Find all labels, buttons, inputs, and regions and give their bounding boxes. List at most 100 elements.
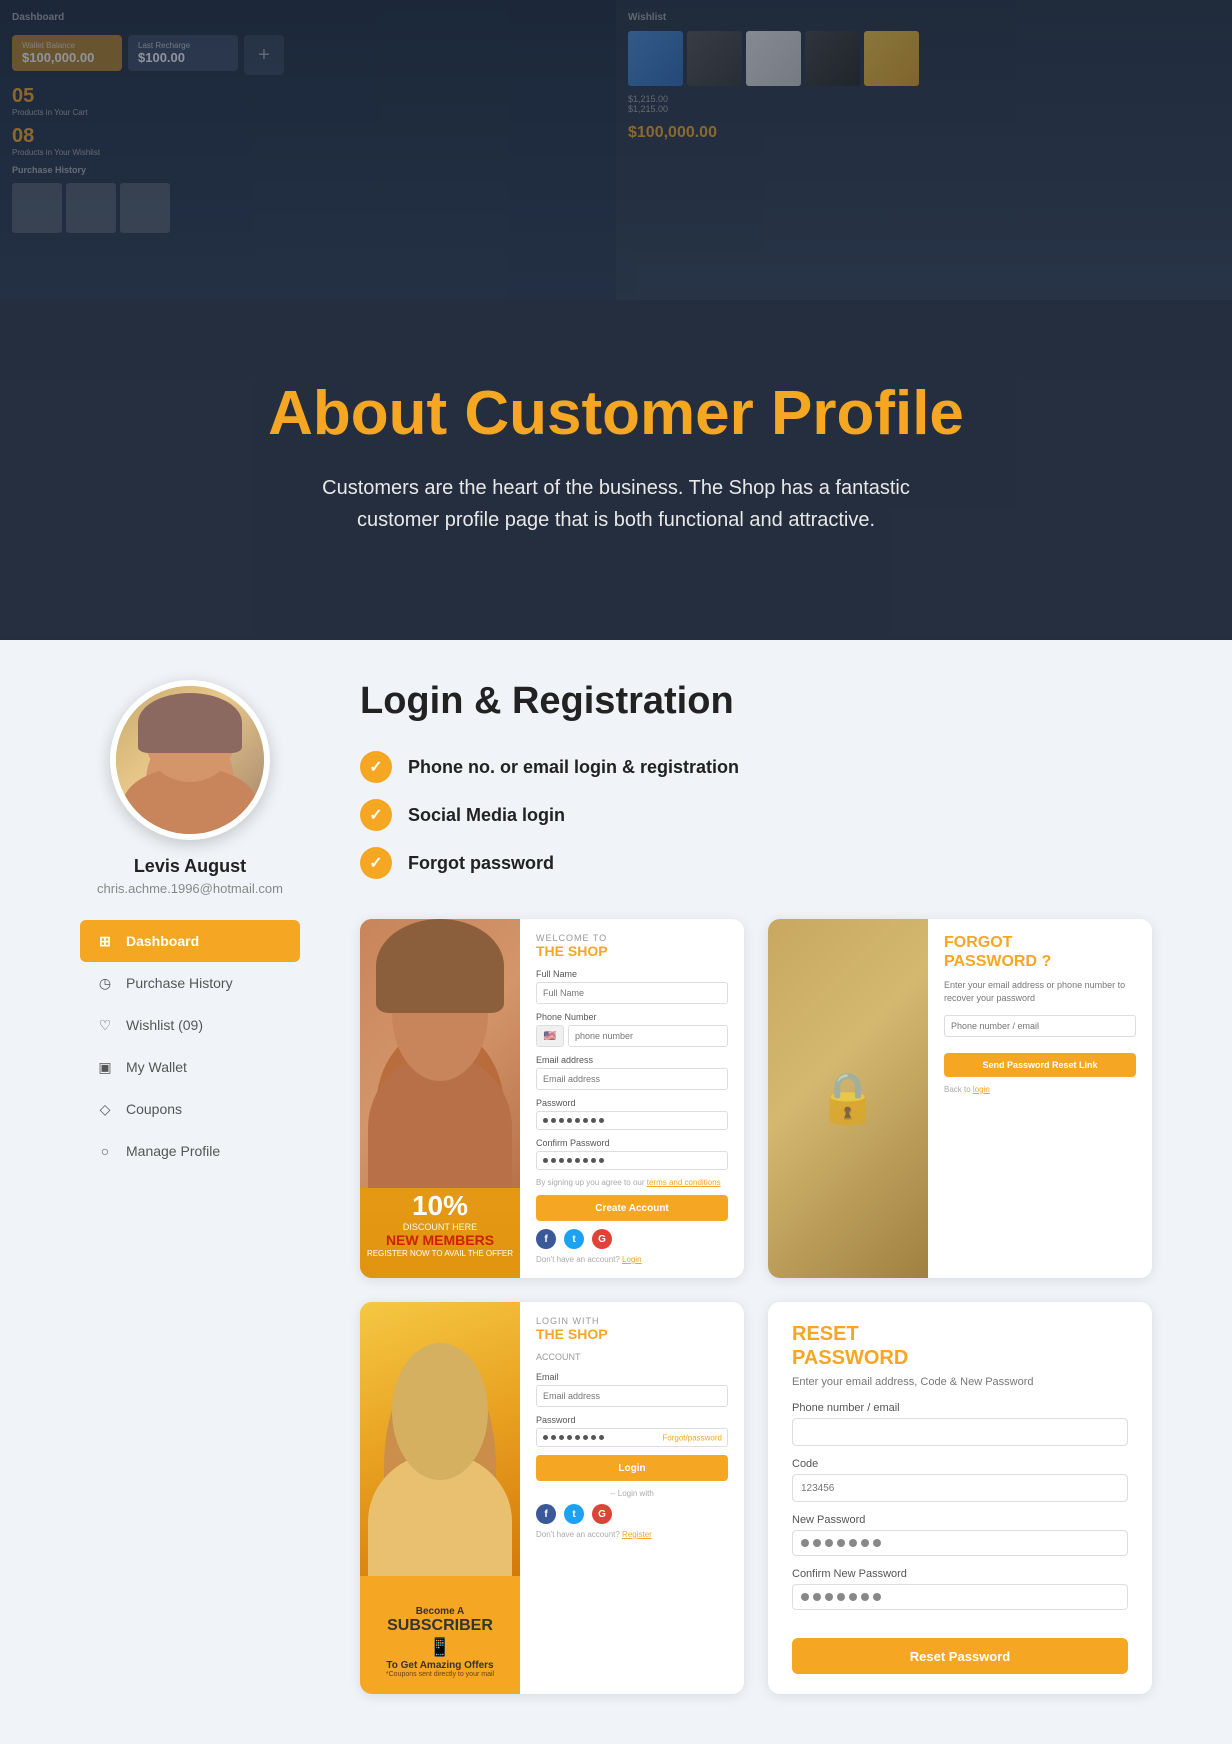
login-link[interactable]: Login	[622, 1255, 642, 1264]
google-icon[interactable]: G	[592, 1229, 612, 1249]
sub-twitter-icon[interactable]: t	[564, 1504, 584, 1524]
sidebar-item-dashboard[interactable]: ⊞ Dashboard	[80, 920, 300, 962]
forgot-title: FORGOT PASSWORD ?	[944, 933, 1136, 971]
reset-new-password-dots[interactable]	[792, 1530, 1128, 1556]
feature-list: ✓ Phone no. or email login & registratio…	[360, 751, 1152, 879]
login-with-label: LOGIN WITH	[536, 1316, 728, 1326]
dot	[575, 1158, 580, 1163]
reset-code-input[interactable]	[792, 1474, 1128, 1502]
dashboard-label: Dashboard	[12, 12, 64, 23]
cart-label: Products in Your Cart	[12, 108, 88, 117]
reset-confirm-password-label: Confirm New Password	[792, 1568, 1128, 1580]
welcome-label: WELCOME TO	[536, 933, 728, 943]
dot	[849, 1539, 857, 1547]
feature-label-0: Phone no. or email login & registration	[408, 757, 739, 778]
sidebar-dashboard-label: Dashboard	[126, 933, 199, 949]
sidebar-item-wallet[interactable]: ▣ My Wallet	[80, 1046, 300, 1088]
wishlist-img-1	[628, 31, 683, 86]
feature-label-1: Social Media login	[408, 805, 565, 826]
sub-google-icon[interactable]: G	[592, 1504, 612, 1524]
dot	[583, 1118, 588, 1123]
subscriber-card-image: Become A SUBSCRIBER 📱 To Get Amazing Off…	[360, 1302, 520, 1694]
email-label: Email address	[536, 1055, 728, 1065]
fullname-label: Full Name	[536, 969, 728, 979]
wishlist-bg-label: Wishlist	[628, 12, 1220, 23]
dot	[583, 1158, 588, 1163]
sub-facebook-icon[interactable]: f	[536, 1504, 556, 1524]
subscriber-person-img	[360, 1302, 520, 1576]
sub-social-icons: f t G	[536, 1504, 728, 1524]
account-label: ACCOUNT	[536, 1352, 728, 1362]
twitter-icon[interactable]: t	[564, 1229, 584, 1249]
send-reset-link-button[interactable]: Send Password Reset Link	[944, 1053, 1136, 1077]
dot	[801, 1539, 809, 1547]
sidebar-item-manage-profile[interactable]: ○ Manage Profile	[80, 1130, 300, 1172]
dot	[599, 1118, 604, 1123]
reset-confirm-password-dots[interactable]	[792, 1584, 1128, 1610]
sidebar-item-coupons[interactable]: ◇ Coupons	[80, 1088, 300, 1130]
sub-password-group: Password	[536, 1415, 728, 1447]
grid-icon: ⊞	[96, 932, 114, 950]
sidebar-item-purchase-history[interactable]: ◷ Purchase History	[80, 962, 300, 1004]
wallet-label: Wallet Balance	[22, 41, 112, 50]
full-page: Dashboard Wallet Balance $100,000.00 Las…	[0, 0, 1232, 1744]
reset-email-input[interactable]	[792, 1418, 1128, 1446]
facebook-icon[interactable]: f	[536, 1229, 556, 1249]
email-group: Email address	[536, 1055, 728, 1090]
login-button[interactable]: Login	[536, 1455, 728, 1481]
recharge-label: Last Recharge	[138, 41, 228, 50]
check-icon-2: ✓	[360, 847, 392, 879]
forgot-back-to-login: Back to login	[944, 1085, 1136, 1094]
price-1: $1,215.00	[628, 94, 1220, 104]
dot	[575, 1118, 580, 1123]
forgot-password-link[interactable]: Forgot/password	[662, 1433, 722, 1442]
confirm-password-group: Confirm Password	[536, 1138, 728, 1170]
become-text: Become A	[368, 1606, 512, 1617]
terms-text: By signing up you agree to our terms and…	[536, 1178, 728, 1187]
email-input[interactable]	[536, 1068, 728, 1090]
reset-phone-email-group: Phone number / email	[792, 1402, 1128, 1446]
wallet-value: $100,000.00	[22, 50, 112, 65]
feature-item-2: ✓ Forgot password	[360, 847, 1152, 879]
wallet-card: Wallet Balance $100,000.00	[12, 35, 122, 71]
password-group: Password	[536, 1098, 728, 1130]
phone-input[interactable]	[568, 1025, 728, 1047]
price-2: $1,215.00	[628, 104, 1220, 114]
fullname-input[interactable]	[536, 982, 728, 1004]
forgot-form: FORGOT PASSWORD ? Enter your email addre…	[928, 919, 1152, 1278]
password-dots[interactable]	[536, 1111, 728, 1130]
sub-no-account: Don't have an account? Register	[536, 1530, 728, 1539]
check-icon-1: ✓	[360, 799, 392, 831]
sub-email-label: Email	[536, 1372, 728, 1382]
register-link[interactable]: Register	[622, 1530, 652, 1539]
wishlist-images	[628, 31, 1220, 86]
phone-label: Phone Number	[536, 1012, 728, 1022]
sidebar-purchase-label: Purchase History	[126, 975, 233, 991]
sub-email-input[interactable]	[536, 1385, 728, 1407]
create-account-button[interactable]: Create Account	[536, 1195, 728, 1221]
dot	[567, 1118, 572, 1123]
forgot-email-input[interactable]	[944, 1015, 1136, 1037]
phone-row: 🇺🇸	[536, 1025, 728, 1047]
hero-title: About Customer Profile	[160, 380, 1072, 448]
forgot-description: Enter your email address or phone number…	[944, 979, 1136, 1004]
dot	[837, 1539, 845, 1547]
back-login-link[interactable]: login	[973, 1085, 990, 1094]
sub-password-label: Password	[536, 1415, 728, 1425]
sidebar-item-wishlist[interactable]: ♡ Wishlist (09)	[80, 1004, 300, 1046]
reset-password-button[interactable]: Reset Password	[792, 1638, 1128, 1674]
or-login-with: -- Login with	[536, 1489, 728, 1498]
lock-icon: 🔒	[817, 1069, 879, 1128]
phone-flag[interactable]: 🇺🇸	[536, 1025, 564, 1047]
dot	[591, 1158, 596, 1163]
promo-text: 10% DISCOUNT HERE NEW MEMBERS REGISTER N…	[360, 1190, 520, 1258]
confirm-password-dots[interactable]	[536, 1151, 728, 1170]
password-label: Password	[536, 1098, 728, 1108]
dot	[543, 1118, 548, 1123]
terms-link[interactable]: terms and conditions	[647, 1178, 721, 1187]
wishlist-img-5	[864, 31, 919, 86]
sub-email-group: Email	[536, 1372, 728, 1407]
registration-card-image: 10% DISCOUNT HERE NEW MEMBERS REGISTER N…	[360, 919, 520, 1278]
wishlist-count: 08	[12, 125, 100, 148]
recharge-wallet-btn[interactable]: +	[244, 35, 284, 75]
